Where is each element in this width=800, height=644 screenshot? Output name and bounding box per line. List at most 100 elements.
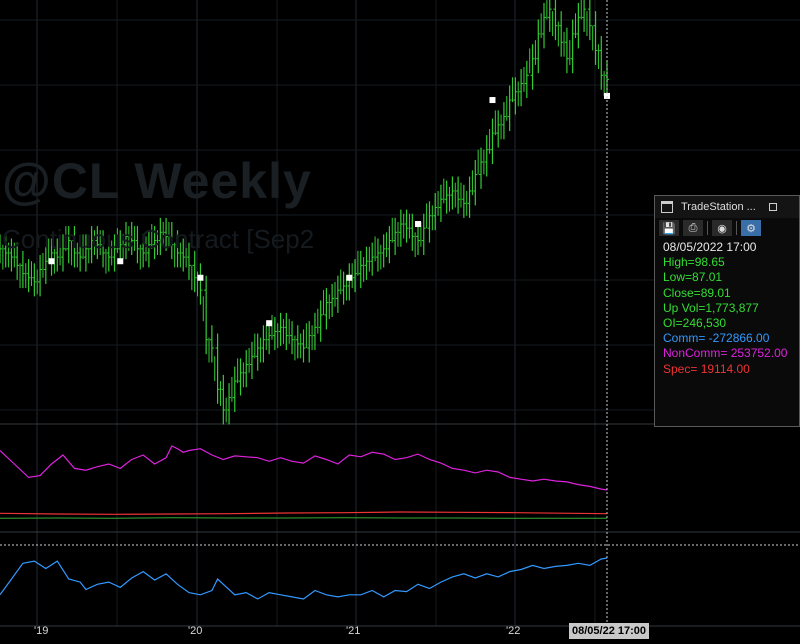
price-bar (582, 0, 587, 32)
price-bar (301, 329, 306, 363)
price-bar (479, 147, 484, 189)
upvol-value: Up Vol=1,773,877 (663, 300, 759, 315)
price-bar (255, 333, 260, 371)
price-bar (238, 358, 243, 396)
price-bar (26, 259, 31, 293)
price-bar (599, 35, 604, 90)
price-bar (393, 217, 398, 256)
weekly-marker (197, 274, 204, 281)
price-bar (507, 85, 512, 132)
price-bar (559, 11, 564, 57)
price-bar (564, 27, 569, 74)
weekly-marker (346, 274, 353, 281)
price-bars (0, 0, 609, 425)
price-bar (249, 341, 254, 380)
price-bar (461, 184, 466, 218)
eye-icon[interactable]: ◉ (712, 220, 732, 236)
price-bar (519, 69, 524, 107)
price-bar (204, 275, 209, 355)
price-bar (524, 60, 529, 98)
price-bar (284, 312, 289, 351)
price-bar (375, 238, 380, 272)
price-bar (261, 325, 266, 363)
print-icon[interactable]: ⎙ (683, 220, 703, 236)
bar-datetime: 08/05/2022 17:00 (663, 240, 757, 254)
price-bar (324, 288, 329, 330)
price-bar (209, 325, 214, 363)
price-bar (484, 135, 489, 177)
price-bar (387, 226, 392, 264)
close-value: Close=89.01 (663, 285, 731, 300)
price-bar (547, 0, 552, 32)
low-value: Low=87.01 (663, 270, 723, 285)
settings-icon[interactable]: ⚙ (741, 220, 761, 236)
price-bar (290, 321, 295, 355)
price-bar (312, 312, 317, 351)
price-bar (473, 159, 478, 206)
price-bar (330, 283, 335, 318)
price-bar (444, 180, 449, 214)
price-bar (295, 325, 300, 359)
price-bar (221, 374, 226, 425)
price-bar (244, 350, 249, 388)
symbol-watermark: @CL Weekly (2, 153, 312, 209)
weekly-marker (117, 258, 124, 265)
price-bar (513, 77, 518, 115)
x-tick-label: '22 (506, 625, 521, 637)
price-bar (421, 213, 426, 256)
noncomm-line (0, 445, 608, 491)
price-bar (335, 275, 340, 313)
price-bar (570, 19, 575, 74)
maximize-icon[interactable] (769, 203, 777, 211)
price-bar (307, 321, 312, 363)
price-bar (278, 312, 283, 346)
weekly-marker (48, 258, 55, 265)
weekly-marker (489, 97, 496, 104)
x-tick-label: '20 (188, 625, 203, 637)
noncomm-value: NonComm= 253752.00 (663, 346, 788, 361)
price-bar (450, 176, 455, 210)
save-icon[interactable]: 💾 (659, 220, 679, 236)
price-bar (433, 193, 438, 231)
price-bar (381, 234, 386, 268)
data-window-values: 08/05/2022 17:00 High=98.65 Low=87.01 Cl… (655, 238, 799, 377)
price-bar (232, 366, 237, 413)
price-bar (227, 383, 232, 425)
price-bar (427, 201, 432, 243)
price-bar (318, 300, 323, 342)
price-bar (456, 176, 461, 214)
high-value: High=98.65 (663, 255, 725, 270)
spec-line (0, 511, 608, 515)
price-bar (593, 11, 598, 65)
x-tick-label: '21 (346, 625, 361, 637)
cursor-date-label: 08/05/22 17:00 (569, 623, 650, 639)
price-bar (347, 263, 352, 301)
price-bar (496, 110, 501, 148)
price-bar (490, 118, 495, 165)
comm-line (0, 557, 608, 600)
price-bar (192, 250, 197, 293)
contract-watermark: Continuous Contract [Sep2 (2, 224, 315, 254)
comm-value: Comm= -272866.00 (663, 331, 770, 346)
pane-dividers (0, 423, 800, 627)
price-bar (20, 250, 25, 289)
price-bar (576, 2, 581, 49)
price-bar (38, 255, 43, 297)
price-bar (364, 246, 369, 280)
price-bar (370, 242, 375, 276)
spec-value: Spec= 19114.00 (663, 361, 750, 376)
data-window[interactable]: TradeStation ... 💾 ⎙ ◉ ⚙ 08/05/2022 17:0… (654, 195, 800, 427)
price-bar (501, 102, 506, 140)
weekly-marker (415, 221, 422, 228)
oi-value: OI=246,530 (663, 316, 727, 331)
price-bar (438, 184, 443, 222)
toolbar-separator (736, 221, 737, 235)
x-tick-label: '19 (34, 625, 49, 637)
data-window-titlebar[interactable]: TradeStation ... (655, 196, 799, 218)
oi-line (0, 517, 607, 519)
price-bar (536, 19, 541, 74)
data-window-toolbar: 💾 ⎙ ◉ ⚙ (655, 218, 799, 238)
price-bar (215, 333, 220, 404)
price-bar (530, 44, 535, 90)
toolbar-separator (707, 221, 708, 235)
